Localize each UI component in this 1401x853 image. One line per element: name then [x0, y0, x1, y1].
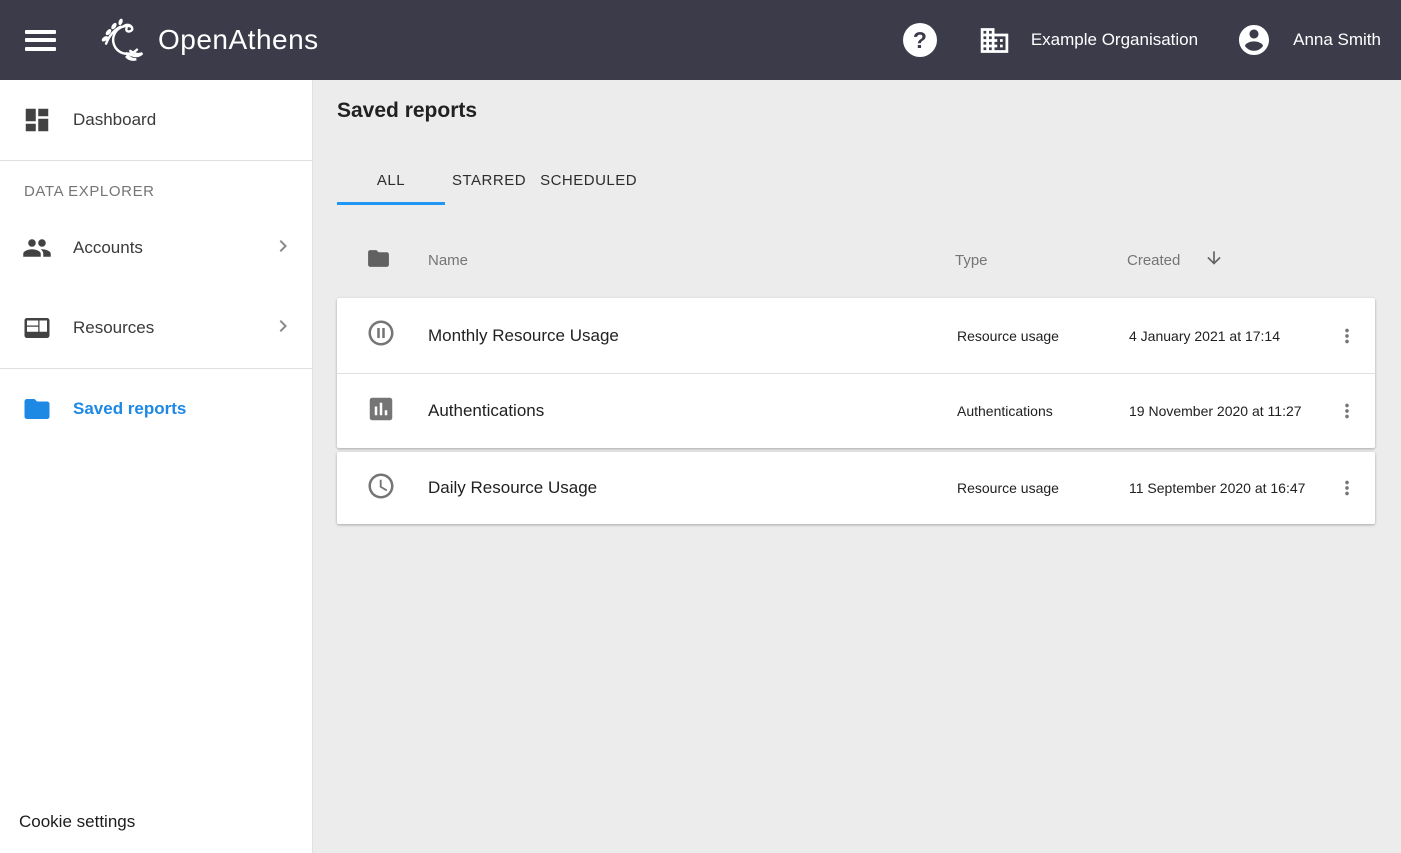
openathens-owl-icon [94, 11, 152, 69]
report-name: Authentications [428, 401, 957, 421]
report-created: 19 November 2020 at 11:27 [1129, 403, 1327, 419]
folder-icon [366, 246, 428, 275]
clock-icon [366, 471, 428, 506]
tab-scheduled[interactable]: SCHEDULED [533, 159, 644, 205]
report-type: Resource usage [957, 480, 1129, 496]
bar-chart-icon [366, 394, 428, 429]
brand-name: OpenAthens [158, 24, 319, 56]
people-icon [22, 233, 52, 263]
report-row-authentications[interactable]: Authentications Authentications 19 Novem… [337, 373, 1375, 448]
building-icon [978, 24, 1011, 57]
row-menu-icon[interactable] [1327, 316, 1367, 356]
sidebar-item-label: Accounts [73, 238, 271, 258]
report-list-card: Daily Resource Usage Resource usage 11 S… [337, 452, 1375, 524]
sidebar-item-saved-reports[interactable]: Saved reports [0, 369, 313, 449]
row-menu-icon[interactable] [1327, 468, 1367, 508]
sidebar-item-label: Saved reports [73, 399, 295, 419]
organisation-name: Example Organisation [1031, 30, 1198, 50]
sidebar-section-label: DATA EXPLORER [0, 161, 313, 208]
table-header: Name Type Created [337, 235, 1375, 285]
report-row-daily-resource-usage[interactable]: Daily Resource Usage Resource usage 11 S… [337, 452, 1375, 524]
column-header-type[interactable]: Type [955, 252, 1127, 269]
sidebar-item-label: Resources [73, 318, 271, 338]
brand-logo[interactable]: OpenAthens [94, 11, 319, 69]
chevron-right-icon [271, 314, 295, 343]
tab-starred[interactable]: STARRED [445, 159, 533, 205]
sidebar-item-resources[interactable]: Resources [0, 288, 313, 368]
dashboard-icon [22, 105, 52, 135]
folder-icon [22, 394, 52, 424]
web-icon [22, 313, 52, 343]
report-type: Authentications [957, 403, 1129, 419]
report-row-monthly-resource-usage[interactable]: Monthly Resource Usage Resource usage 4 … [337, 298, 1375, 373]
report-type: Resource usage [957, 328, 1129, 344]
person-icon [1236, 22, 1272, 58]
report-created: 4 January 2021 at 17:14 [1129, 328, 1327, 344]
app-window: OpenAthens ? Example Organisation Anna S… [0, 0, 1401, 853]
sidebar-item-label: Dashboard [73, 110, 295, 130]
chevron-right-icon [271, 234, 295, 263]
app-header: OpenAthens ? Example Organisation Anna S… [0, 0, 1401, 80]
page-title: Saved reports [337, 99, 1375, 123]
organisation-selector[interactable]: Example Organisation [978, 24, 1198, 57]
report-name: Monthly Resource Usage [428, 326, 957, 346]
column-header-created[interactable]: Created [1127, 248, 1325, 272]
user-name: Anna Smith [1293, 30, 1381, 50]
user-menu[interactable]: Anna Smith [1236, 22, 1381, 58]
sidebar: Dashboard DATA EXPLORER Accounts Resourc… [0, 80, 313, 853]
row-menu-icon[interactable] [1327, 391, 1367, 431]
cookie-settings-link[interactable]: Cookie settings [19, 812, 135, 832]
tab-bar: ALL STARRED SCHEDULED [337, 159, 1375, 205]
menu-icon[interactable] [25, 30, 56, 51]
main-content: Saved reports ALL STARRED SCHEDULED Name… [313, 80, 1401, 853]
column-header-name[interactable]: Name [428, 252, 955, 269]
tab-all[interactable]: ALL [337, 159, 445, 205]
help-icon[interactable]: ? [903, 23, 937, 57]
report-created: 11 September 2020 at 16:47 [1129, 480, 1327, 496]
sidebar-item-accounts[interactable]: Accounts [0, 208, 313, 288]
pause-circle-icon [366, 318, 428, 353]
arrow-down-icon [1180, 248, 1224, 272]
report-name: Daily Resource Usage [428, 478, 957, 498]
report-list-card: Monthly Resource Usage Resource usage 4 … [337, 298, 1375, 448]
sidebar-item-dashboard[interactable]: Dashboard [0, 80, 313, 160]
